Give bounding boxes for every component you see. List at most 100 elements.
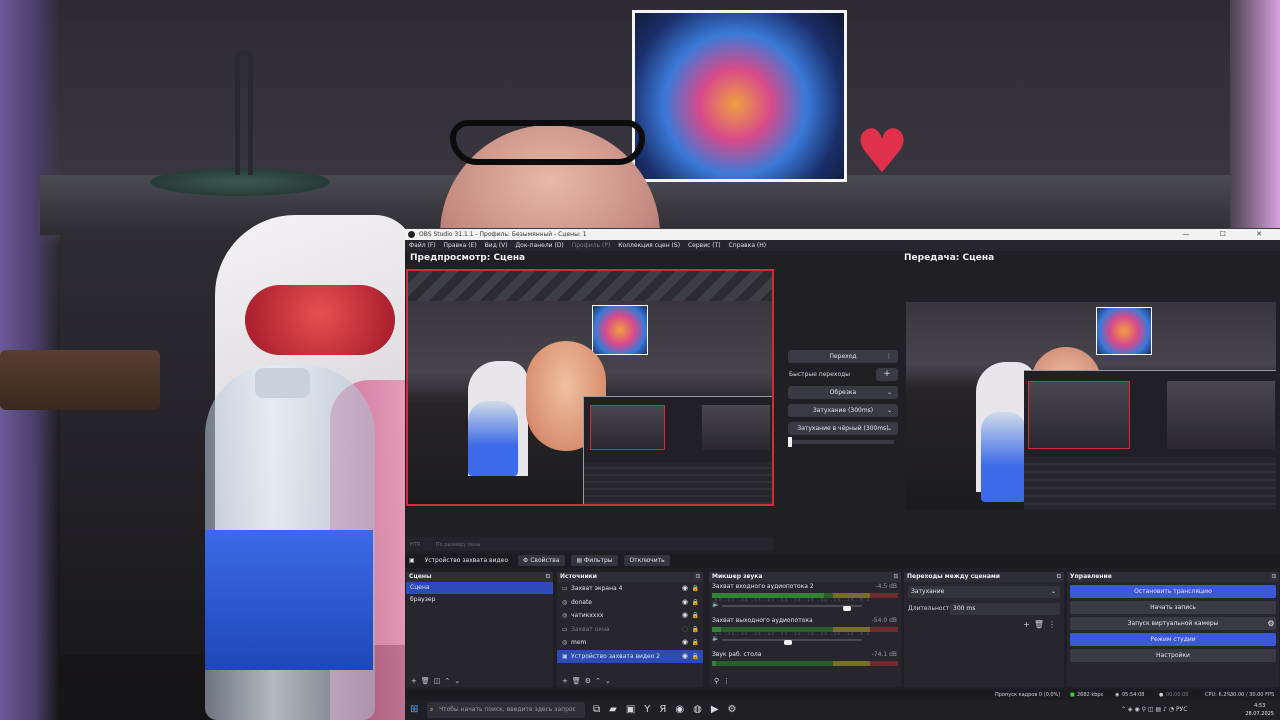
menu-view[interactable]: Вид (V) <box>485 242 508 249</box>
start-virtual-camera-button[interactable]: Запуск виртуальной камеры ⚙ <box>1070 617 1276 630</box>
eye-icon[interactable]: ◉ <box>682 582 688 596</box>
settings-button[interactable]: Настройки <box>1070 649 1276 662</box>
yandex-browser-icon[interactable]: Y <box>644 704 659 715</box>
add-icon[interactable]: + <box>1023 620 1034 629</box>
source-item[interactable]: ◎ чатикхххх ◉ 🔒 <box>557 609 703 623</box>
add-quick-transition-icon[interactable]: + <box>876 368 898 381</box>
lock-icon[interactable]: 🔒 <box>692 650 699 664</box>
undock-icon[interactable]: ⧉ <box>696 572 700 582</box>
duration-input[interactable]: 300 ms <box>950 603 1060 615</box>
transition-select[interactable]: Затухание ⌄ <box>908 586 1060 598</box>
undock-icon[interactable]: ⧉ <box>894 572 898 582</box>
undock-icon[interactable]: ⧉ <box>1272 572 1276 582</box>
t-bar-knob[interactable] <box>788 437 792 447</box>
obs-taskbar-icon[interactable]: ◍ <box>693 704 711 715</box>
properties-button[interactable]: ⚙ Свойства <box>517 555 565 566</box>
move-down-icon[interactable]: ⌄ <box>454 677 464 685</box>
source-item[interactable]: ▭ Захват экрана 4 ◉ 🔒 <box>557 582 703 596</box>
lock-icon[interactable]: 🔒 <box>692 582 699 596</box>
fader-thumb[interactable] <box>784 640 792 645</box>
preview-canvas[interactable] <box>406 269 774 506</box>
move-down-icon[interactable]: ⌄ <box>605 677 615 685</box>
more-options-icon[interactable]: ⋮ <box>886 350 892 363</box>
explorer-icon[interactable]: ▰ <box>609 704 626 715</box>
menu-edit[interactable]: Правка (E) <box>444 242 477 249</box>
speaker-icon[interactable]: 🔈 <box>712 635 719 642</box>
more-options-icon[interactable]: ⋮ <box>1048 620 1060 629</box>
media-icon[interactable]: ▶ <box>711 704 728 715</box>
deactivate-button[interactable]: Отключить <box>624 555 670 566</box>
scene-item[interactable]: Сцена <box>406 582 553 594</box>
undock-icon[interactable]: ⧉ <box>1057 572 1061 582</box>
globe-icon: ◎ <box>562 598 568 606</box>
gear-icon[interactable]: ⚙ <box>1265 617 1277 630</box>
source-item[interactable]: ▣ Устройство захвата видео 2 ◉ 🔒 <box>557 649 703 664</box>
stop-streaming-button[interactable]: Остановить трансляцию <box>1070 585 1276 598</box>
bottle-cap <box>255 368 310 398</box>
preview-status-left: HTR <box>410 542 421 548</box>
channel-name: Захват выходного аудиопотока <box>712 617 813 624</box>
channel-db: -54.0 dB <box>871 617 897 624</box>
trash-icon[interactable]: 🗑 <box>572 677 585 685</box>
source-item[interactable]: ◎ mem ◉ 🔒 <box>557 636 703 650</box>
language-indicator[interactable]: РУС <box>1176 706 1187 713</box>
add-icon[interactable]: + <box>411 677 421 685</box>
speaker-icon[interactable]: 🔈 <box>712 601 719 608</box>
taskbar: ⊞ ⌕ Чтобы начать поиск, введите здесь за… <box>405 700 1280 720</box>
preview-scale-select[interactable]: По размеру окна <box>436 542 480 548</box>
trash-icon[interactable]: 🗑 <box>1034 620 1048 629</box>
lock-icon[interactable]: 🔒 <box>692 623 699 637</box>
start-recording-button[interactable]: Начать запись <box>1070 601 1276 614</box>
scene-item[interactable]: браузер <box>406 594 553 606</box>
program-bottle <box>981 412 1026 502</box>
menu-file[interactable]: Файл (F) <box>409 242 436 249</box>
lock-icon[interactable]: 🔒 <box>692 636 699 650</box>
volume-fader[interactable] <box>722 605 862 611</box>
windows-start-icon[interactable]: ⊞ <box>410 705 420 715</box>
studio-mode-button[interactable]: Режим студии <box>1070 633 1276 646</box>
lock-icon[interactable]: 🔒 <box>692 596 699 610</box>
trash-icon[interactable]: 🗑 <box>421 677 434 685</box>
menu-tools[interactable]: Сервис (T) <box>688 242 721 249</box>
fader-thumb[interactable] <box>842 606 851 611</box>
program-nested-capture <box>1024 370 1276 510</box>
opera-icon[interactable]: ◉ <box>675 704 693 715</box>
move-up-icon[interactable]: ⌃ <box>595 677 605 685</box>
filter-icon[interactable]: ◫ <box>434 677 445 685</box>
eye-hidden-icon[interactable]: ◌ <box>682 623 688 637</box>
store-icon[interactable]: ▣ <box>626 704 644 715</box>
task-view-icon[interactable]: ⧉ <box>593 704 609 715</box>
menu-help[interactable]: Справка (H) <box>729 242 767 249</box>
link-icon[interactable]: ⚲ <box>714 677 723 685</box>
lock-icon[interactable]: 🔒 <box>692 609 699 623</box>
tray-icons[interactable]: ⌃ ◈ ◉ ⚲ ◫ ▤ ♪ ◔ <box>1121 706 1176 713</box>
yandex-icon[interactable]: Я <box>659 704 675 715</box>
settings-gear-icon[interactable]: ⚙ <box>728 704 746 715</box>
gear-icon[interactable]: ⚙ <box>585 677 595 685</box>
clock[interactable]: 4:53 28.07.2025 <box>1245 702 1274 718</box>
transition-button[interactable]: Переход ⋮ <box>788 350 898 363</box>
quick-transition-fade[interactable]: Затухание (300ms) ⌄ <box>788 404 898 417</box>
t-bar-slider[interactable] <box>788 437 894 447</box>
eye-icon[interactable]: ◉ <box>682 650 688 664</box>
window-controls[interactable]: — ☐ ✕ <box>1182 229 1276 240</box>
quick-transition-cut[interactable]: Обрезка ⌄ <box>788 386 898 399</box>
undock-icon[interactable]: ⧉ <box>546 572 550 582</box>
taskbar-search[interactable]: ⌕ Чтобы начать поиск, введите здесь запр… <box>427 702 585 718</box>
quick-transition-fade-black[interactable]: Затухание в чёрный (300ms) ⌄ <box>788 422 898 435</box>
add-icon[interactable]: + <box>562 677 572 685</box>
menu-scene-collection[interactable]: Коллекция сцен (S) <box>618 242 680 249</box>
move-up-icon[interactable]: ⌃ <box>444 677 454 685</box>
source-item[interactable]: ◎ donate ◉ 🔒 <box>557 596 703 610</box>
globe-icon: ◎ <box>562 612 568 619</box>
menu-docks[interactable]: Док-панели (D) <box>515 242 563 249</box>
volume-fader[interactable] <box>722 639 862 645</box>
eye-icon[interactable]: ◉ <box>682 636 688 650</box>
menu-profile[interactable]: Профиль (P) <box>572 242 611 249</box>
mixer-dock-title: Микшер звука ⧉ <box>709 572 901 582</box>
filters-button[interactable]: ▤ Фильтры <box>571 555 618 566</box>
eye-icon[interactable]: ◉ <box>682 596 688 610</box>
more-options-icon[interactable]: ⋮ <box>723 677 734 685</box>
eye-icon[interactable]: ◉ <box>682 609 688 623</box>
source-item[interactable]: ▭ Захват окна ◌ 🔒 <box>557 623 703 637</box>
